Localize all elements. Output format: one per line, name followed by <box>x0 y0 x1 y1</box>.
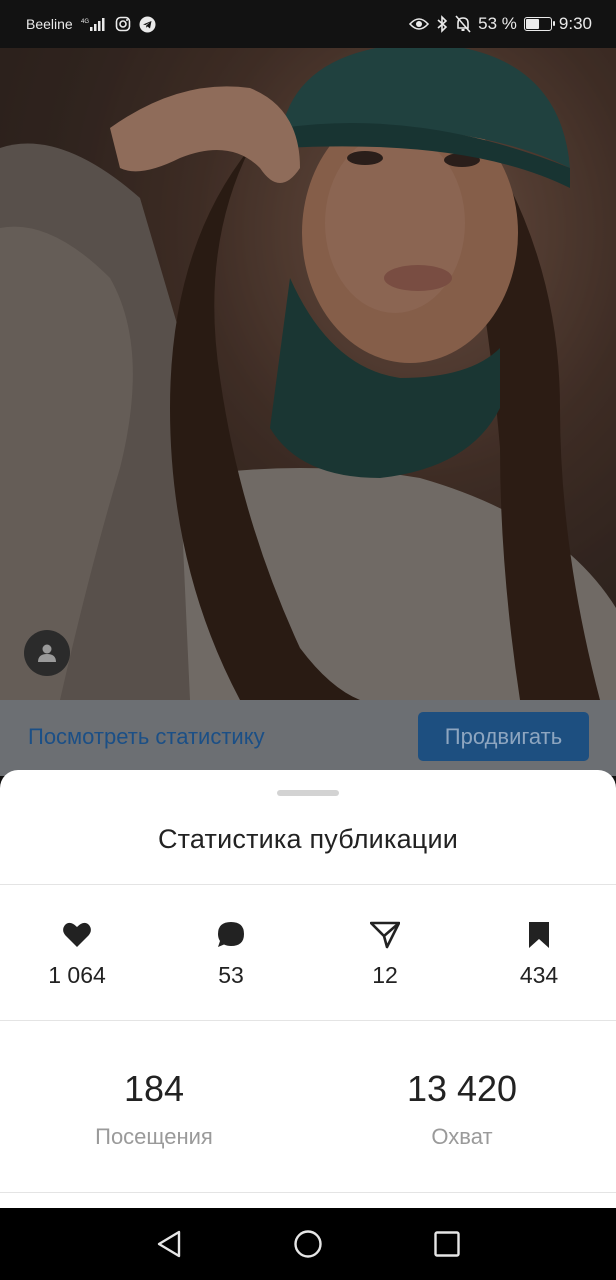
kpi-visits: 184 Посещения <box>0 1068 308 1150</box>
battery-percent: 53 % <box>478 14 517 33</box>
author-avatar[interactable] <box>24 630 70 676</box>
send-icon <box>370 918 400 952</box>
bookmark-icon <box>527 918 551 952</box>
divider <box>0 884 616 885</box>
eye-icon <box>409 17 430 31</box>
back-icon[interactable] <box>139 1214 199 1274</box>
metric-shares: 12 <box>308 918 462 989</box>
likes-count: 1 064 <box>48 962 106 988</box>
clock: 9:30 <box>558 14 592 33</box>
status-bar-right: 53 % 9:30 <box>409 14 592 34</box>
post-stats-sheet: Статистика публикации 1 064 53 12 434 18… <box>0 770 616 1208</box>
photo-illustration <box>0 48 616 700</box>
metric-comments: 53 <box>154 918 308 989</box>
battery-icon <box>523 17 555 31</box>
visits-label: Посещения <box>95 1124 213 1149</box>
bluetooth-icon <box>436 15 448 33</box>
carrier-name: Beeline <box>26 16 73 32</box>
saves-count: 434 <box>519 962 559 988</box>
heart-icon <box>62 918 92 952</box>
signal-icon: 4G <box>81 16 107 32</box>
instagram-icon <box>115 16 131 32</box>
reach-value: 13 420 <box>406 1068 518 1109</box>
promote-button[interactable]: Продвигать <box>418 712 589 761</box>
metric-saves: 434 <box>462 918 616 989</box>
system-nav-bar <box>0 1208 616 1280</box>
comment-icon <box>216 918 246 952</box>
status-bar-left: Beeline 4G <box>26 16 156 33</box>
home-icon[interactable] <box>278 1214 338 1274</box>
view-stats-link[interactable]: Посмотреть статистику <box>28 724 265 750</box>
post-photo[interactable] <box>0 48 616 700</box>
status-bar: Beeline 4G 53 % 9:30 <box>0 0 616 48</box>
shares-count: 12 <box>372 962 398 988</box>
recents-icon[interactable] <box>417 1214 477 1274</box>
reach-metrics: 184 Посещения 13 420 Охват <box>0 1068 616 1150</box>
divider <box>0 1192 616 1193</box>
sheet-drag-handle[interactable] <box>277 790 339 796</box>
telegram-icon <box>139 16 156 33</box>
engagement-metrics: 1 064 53 12 434 <box>0 918 616 989</box>
visits-value: 184 <box>123 1068 185 1109</box>
person-icon <box>38 644 56 662</box>
comments-count: 53 <box>218 962 244 988</box>
sheet-title: Статистика публикации <box>157 824 459 854</box>
reach-label: Охват <box>431 1124 493 1149</box>
divider <box>0 1020 616 1021</box>
kpi-reach: 13 420 Охват <box>308 1068 616 1150</box>
svg-text:4G: 4G <box>81 19 89 25</box>
metric-likes: 1 064 <box>0 918 154 989</box>
battery-fill <box>525 19 539 29</box>
mute-bell-icon <box>455 15 471 33</box>
